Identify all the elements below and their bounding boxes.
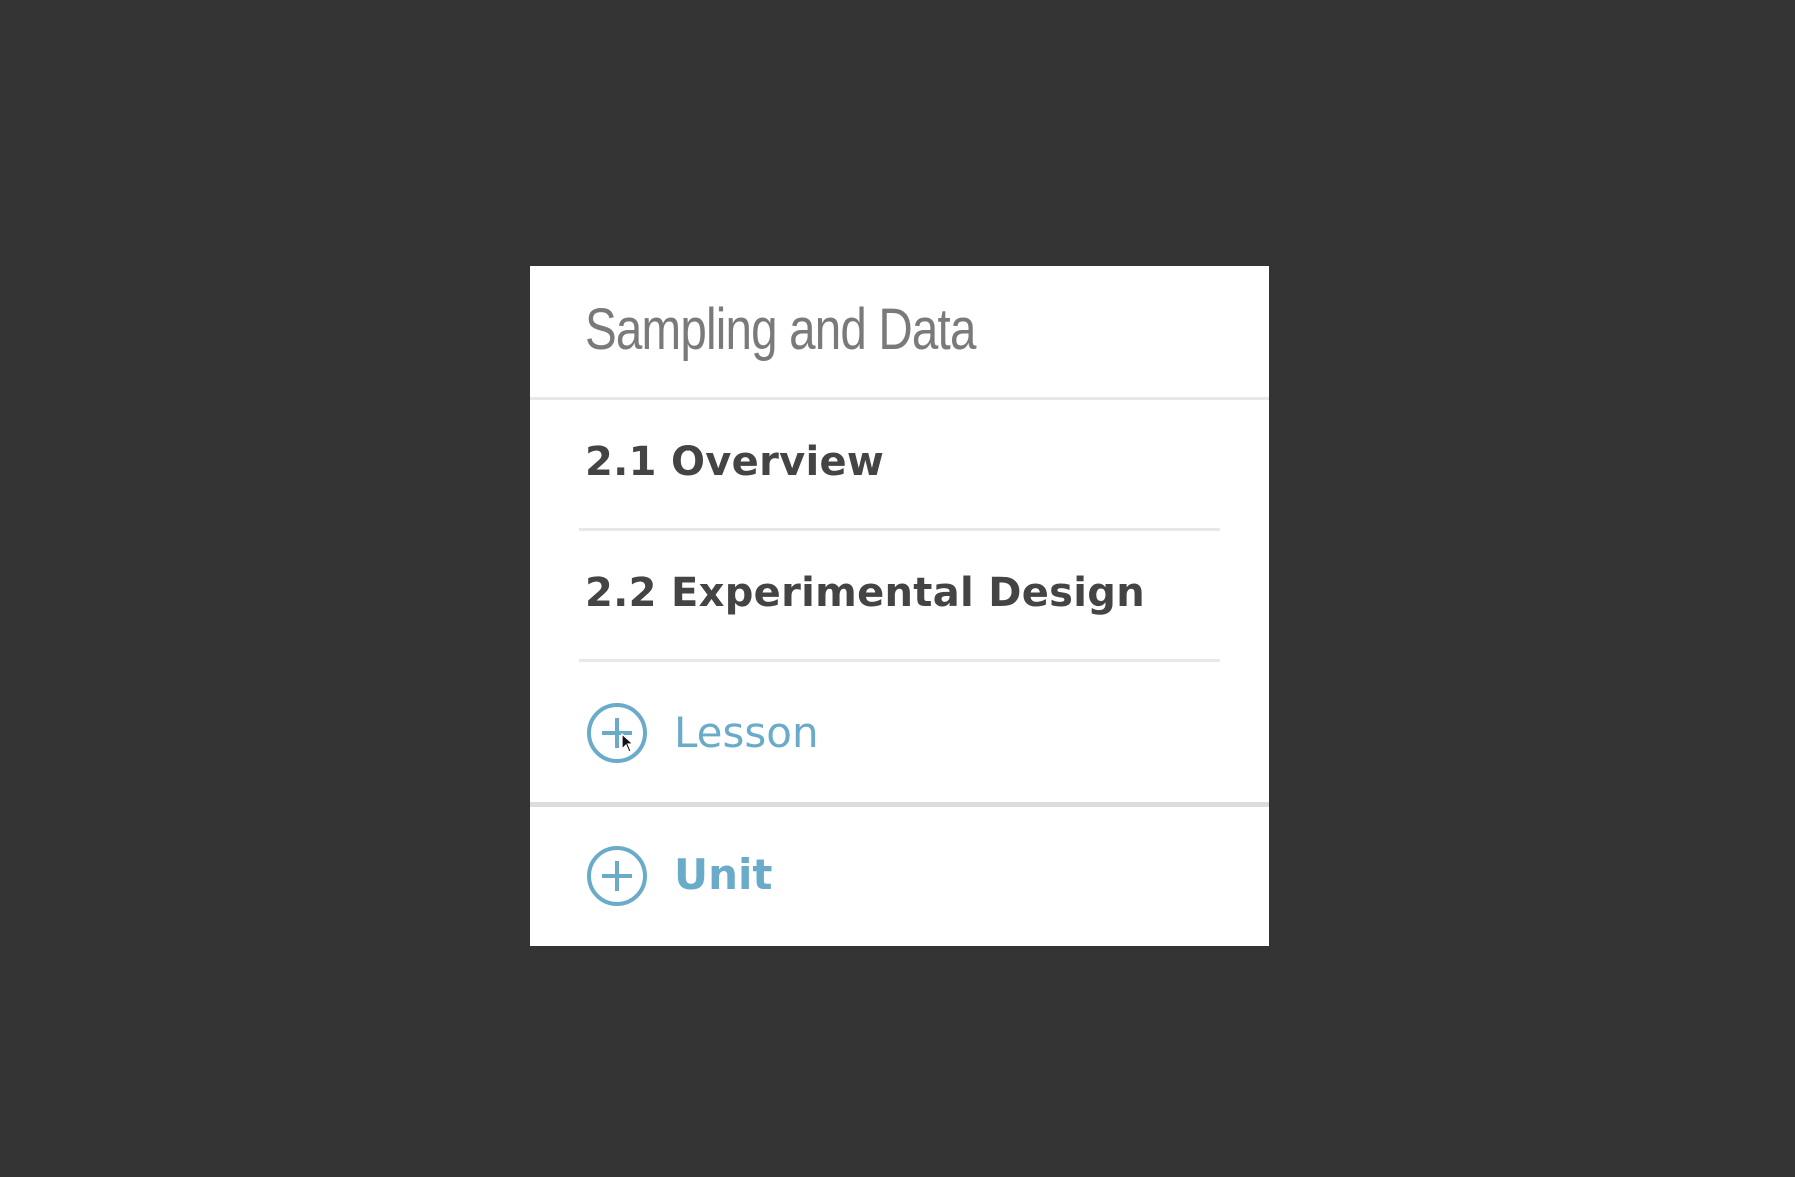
plus-circle-icon [587, 969, 649, 1031]
lesson-item[interactable]: 2.2 Experimental Design [579, 531, 1220, 662]
mouse-pointer-icon [621, 733, 635, 753]
add-unit-label[interactable]: Unit [674, 850, 772, 899]
plus-circle-icon[interactable] [586, 845, 648, 907]
unit-header[interactable]: Sampling and Data [530, 266, 1269, 400]
lesson-item[interactable]: 2.1 Overview [579, 400, 1220, 531]
plus-circle-icon[interactable] [586, 702, 648, 764]
lesson-label: 2.2 Experimental Design [585, 570, 1146, 616]
lesson-label: 2.1 Overview [585, 439, 885, 485]
unit-title: Sampling and Data [585, 297, 976, 362]
add-lesson-label[interactable]: Lesson [674, 708, 819, 757]
unit-card: Sampling and Data 2.1 Overview 2.2 Exper… [530, 266, 1269, 946]
